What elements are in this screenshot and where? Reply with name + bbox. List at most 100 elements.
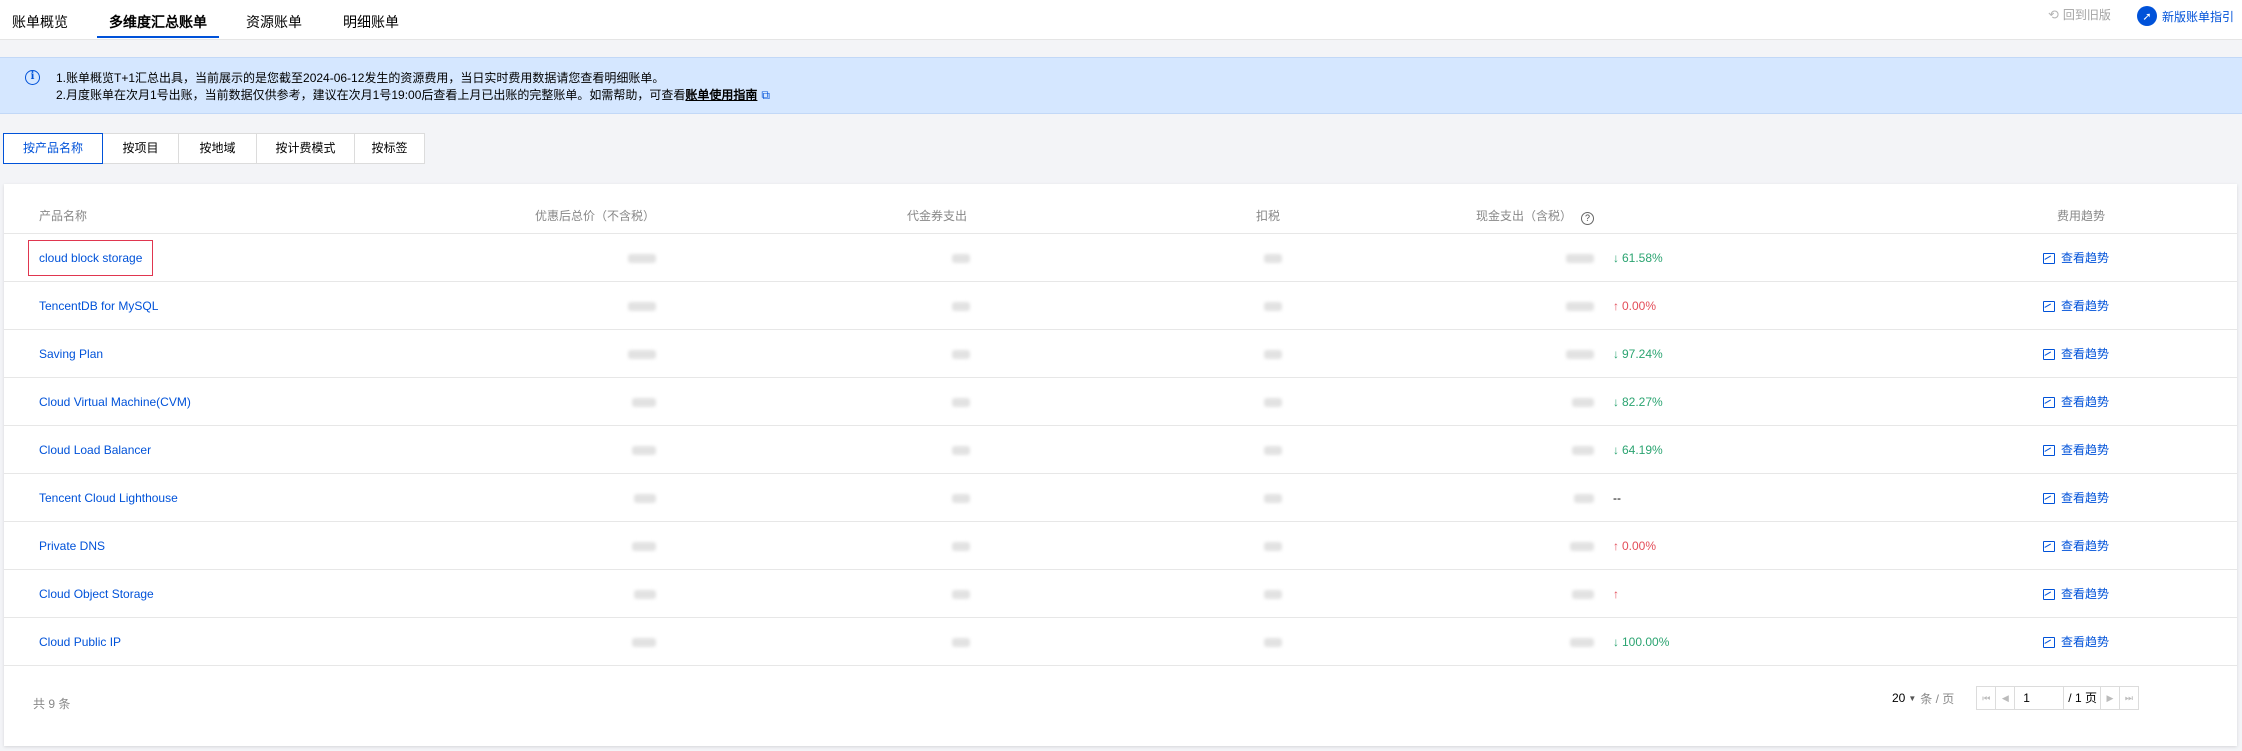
dim-tab-project[interactable]: 按项目 — [102, 133, 179, 164]
tax-value — [1264, 398, 1282, 407]
next-page-button[interactable]: ▶ — [2099, 686, 2120, 710]
cash-value — [1570, 638, 1594, 647]
table-row: TencentDB for MySQL ↑ 0.00% 查看趋势 — [4, 282, 2237, 330]
view-trend-label: 查看趋势 — [2061, 491, 2110, 505]
tax-value — [1264, 254, 1282, 263]
prev-page-button[interactable]: ◀ — [1995, 686, 2016, 710]
dim-tab-product[interactable]: 按产品名称 — [3, 133, 103, 164]
trend-chart-icon — [2043, 396, 2055, 408]
arrow-up-icon: ↑ — [1613, 299, 1619, 313]
dim-tab-billing-mode[interactable]: 按计费模式 — [256, 133, 355, 164]
cash-value — [1574, 494, 1594, 503]
dim-tab-tag[interactable]: 按标签 — [354, 133, 425, 164]
first-page-button[interactable]: ⏮ — [1976, 686, 1997, 710]
notice-line-2-text: 2.月度账单在次月1号出账，当前数据仅供参考，建议在次月1号19:00后查看上月… — [56, 88, 686, 102]
discounted-total-value — [634, 494, 656, 503]
col-trend: 费用趋势 — [2057, 209, 2106, 223]
voucher-value — [952, 254, 970, 263]
view-trend-label: 查看趋势 — [2061, 539, 2110, 553]
page-size-select[interactable]: 20 ▼ 条 / 页 — [1892, 690, 1954, 707]
arrow-up-icon: ↑ — [1613, 539, 1619, 553]
bill-usage-guide-link[interactable]: 账单使用指南 — [685, 88, 757, 102]
cash-value — [1566, 254, 1594, 263]
arrow-down-icon: ↓ — [1613, 635, 1619, 649]
arrow-down-icon: ↓ — [1613, 395, 1619, 409]
change-rate: ↑ 0.00% — [1613, 282, 1656, 330]
table-row: Tencent Cloud Lighthouse -- 查看趋势 — [4, 474, 2237, 522]
view-trend-link[interactable]: 查看趋势 — [2043, 378, 2109, 426]
arrow-up-icon: ↑ — [1613, 587, 1619, 601]
view-trend-link[interactable]: 查看趋势 — [2043, 618, 2109, 666]
voucher-value — [952, 542, 970, 551]
voucher-value — [952, 302, 970, 311]
discounted-total-value — [628, 302, 656, 311]
product-name-link[interactable]: Cloud Load Balancer — [39, 426, 151, 474]
trend-chart-icon — [2043, 588, 2055, 600]
change-rate: ↓ 97.24% — [1613, 330, 1663, 378]
cash-value — [1570, 542, 1594, 551]
view-trend-label: 查看趋势 — [2061, 251, 2110, 265]
discounted-total-value — [632, 638, 656, 647]
product-name-link[interactable]: Cloud Object Storage — [39, 570, 154, 618]
per-page-label: 条 / 页 — [1920, 691, 1955, 706]
view-trend-link[interactable]: 查看趋势 — [2043, 570, 2109, 618]
product-name-link[interactable]: cloud block storage — [27, 240, 154, 276]
trend-chart-icon — [2043, 348, 2055, 360]
col-tax: 扣税 — [1256, 209, 1281, 223]
last-page-button[interactable]: ⏭ — [2118, 686, 2139, 710]
discounted-total-value — [634, 590, 656, 599]
total-count: 共 9 条 — [33, 697, 71, 711]
page-number-input[interactable]: 1 — [2014, 686, 2065, 710]
table-row: Cloud Virtual Machine(CVM) ↓ 82.27% 查看趋势 — [4, 378, 2237, 426]
trend-chart-icon — [2043, 444, 2055, 456]
product-name-link[interactable]: Cloud Virtual Machine(CVM) — [39, 378, 191, 426]
arrow-down-icon: ↓ — [1613, 251, 1619, 265]
tab-resource-bill[interactable]: 资源账单 — [246, 0, 302, 40]
external-link-icon[interactable]: ⧉ — [761, 88, 770, 102]
trend-chart-icon — [2043, 540, 2055, 552]
view-trend-label: 查看趋势 — [2061, 395, 2110, 409]
table-row: Cloud Load Balancer ↓ 64.19% 查看趋势 — [4, 426, 2237, 474]
product-name-link[interactable]: Private DNS — [39, 522, 105, 570]
bill-table-panel: 产品名称 优惠后总价（不含税） 代金券支出 扣税 现金支出（含税）? 费用趋势 … — [4, 184, 2237, 746]
view-trend-link[interactable]: 查看趋势 — [2043, 282, 2109, 330]
view-trend-link[interactable]: 查看趋势 — [2043, 426, 2109, 474]
product-name-link[interactable]: TencentDB for MySQL — [39, 282, 158, 330]
tax-value — [1264, 350, 1282, 359]
change-rate-value: 97.24% — [1622, 347, 1663, 361]
change-rate-value: -- — [1613, 491, 1621, 505]
table-row: Cloud Public IP ↓ 100.00% 查看趋势 — [4, 618, 2237, 666]
trend-chart-icon — [2043, 252, 2055, 264]
cash-value — [1566, 350, 1594, 359]
product-name-link[interactable]: Saving Plan — [39, 330, 103, 378]
restore-old-version-link[interactable]: ⟲ 回到旧版 — [2048, 6, 2111, 23]
tab-detail-bill[interactable]: 明细账单 — [343, 0, 399, 40]
total-pages: / 1 页 — [2064, 686, 2102, 710]
discounted-total-value — [632, 542, 656, 551]
page-size-value: 20 — [1892, 691, 1906, 705]
tab-bill-overview[interactable]: 账单概览 — [12, 0, 68, 40]
view-trend-link[interactable]: 查看趋势 — [2043, 330, 2109, 378]
change-rate-value: 0.00% — [1622, 299, 1657, 313]
top-tab-bar: 账单概览 多维度汇总账单 资源账单 明细账单 — [0, 0, 2242, 40]
help-icon[interactable]: ? — [1581, 212, 1595, 225]
view-trend-link[interactable]: 查看趋势 — [2043, 522, 2109, 570]
view-trend-link[interactable]: 查看趋势 — [2043, 234, 2109, 282]
discounted-total-value — [632, 398, 656, 407]
dim-tab-region[interactable]: 按地域 — [178, 133, 257, 164]
product-name-link[interactable]: Tencent Cloud Lighthouse — [39, 474, 178, 522]
table-row: Cloud Object Storage ↑ 查看趋势 — [4, 570, 2237, 618]
cash-value — [1572, 446, 1594, 455]
voucher-value — [952, 350, 970, 359]
tax-value — [1264, 590, 1282, 599]
tab-multi-dimension-summary[interactable]: 多维度汇总账单 — [97, 0, 219, 40]
view-trend-link[interactable]: 查看趋势 — [2043, 474, 2109, 522]
product-name-link[interactable]: Cloud Public IP — [39, 618, 121, 666]
cash-value — [1572, 590, 1594, 599]
new-bill-guide-link[interactable]: ➚ 新版账单指引 — [2137, 6, 2234, 26]
change-rate-value: 0.00% — [1622, 539, 1657, 553]
restore-label: 回到旧版 — [2062, 8, 2111, 22]
col-cash: 现金支出（含税）? — [1476, 207, 1595, 225]
pagination: 20 ▼ 条 / 页 ⏮ ◀ 1 / 1 页 ▶ ⏭ — [1892, 686, 2139, 710]
cash-value — [1572, 398, 1594, 407]
